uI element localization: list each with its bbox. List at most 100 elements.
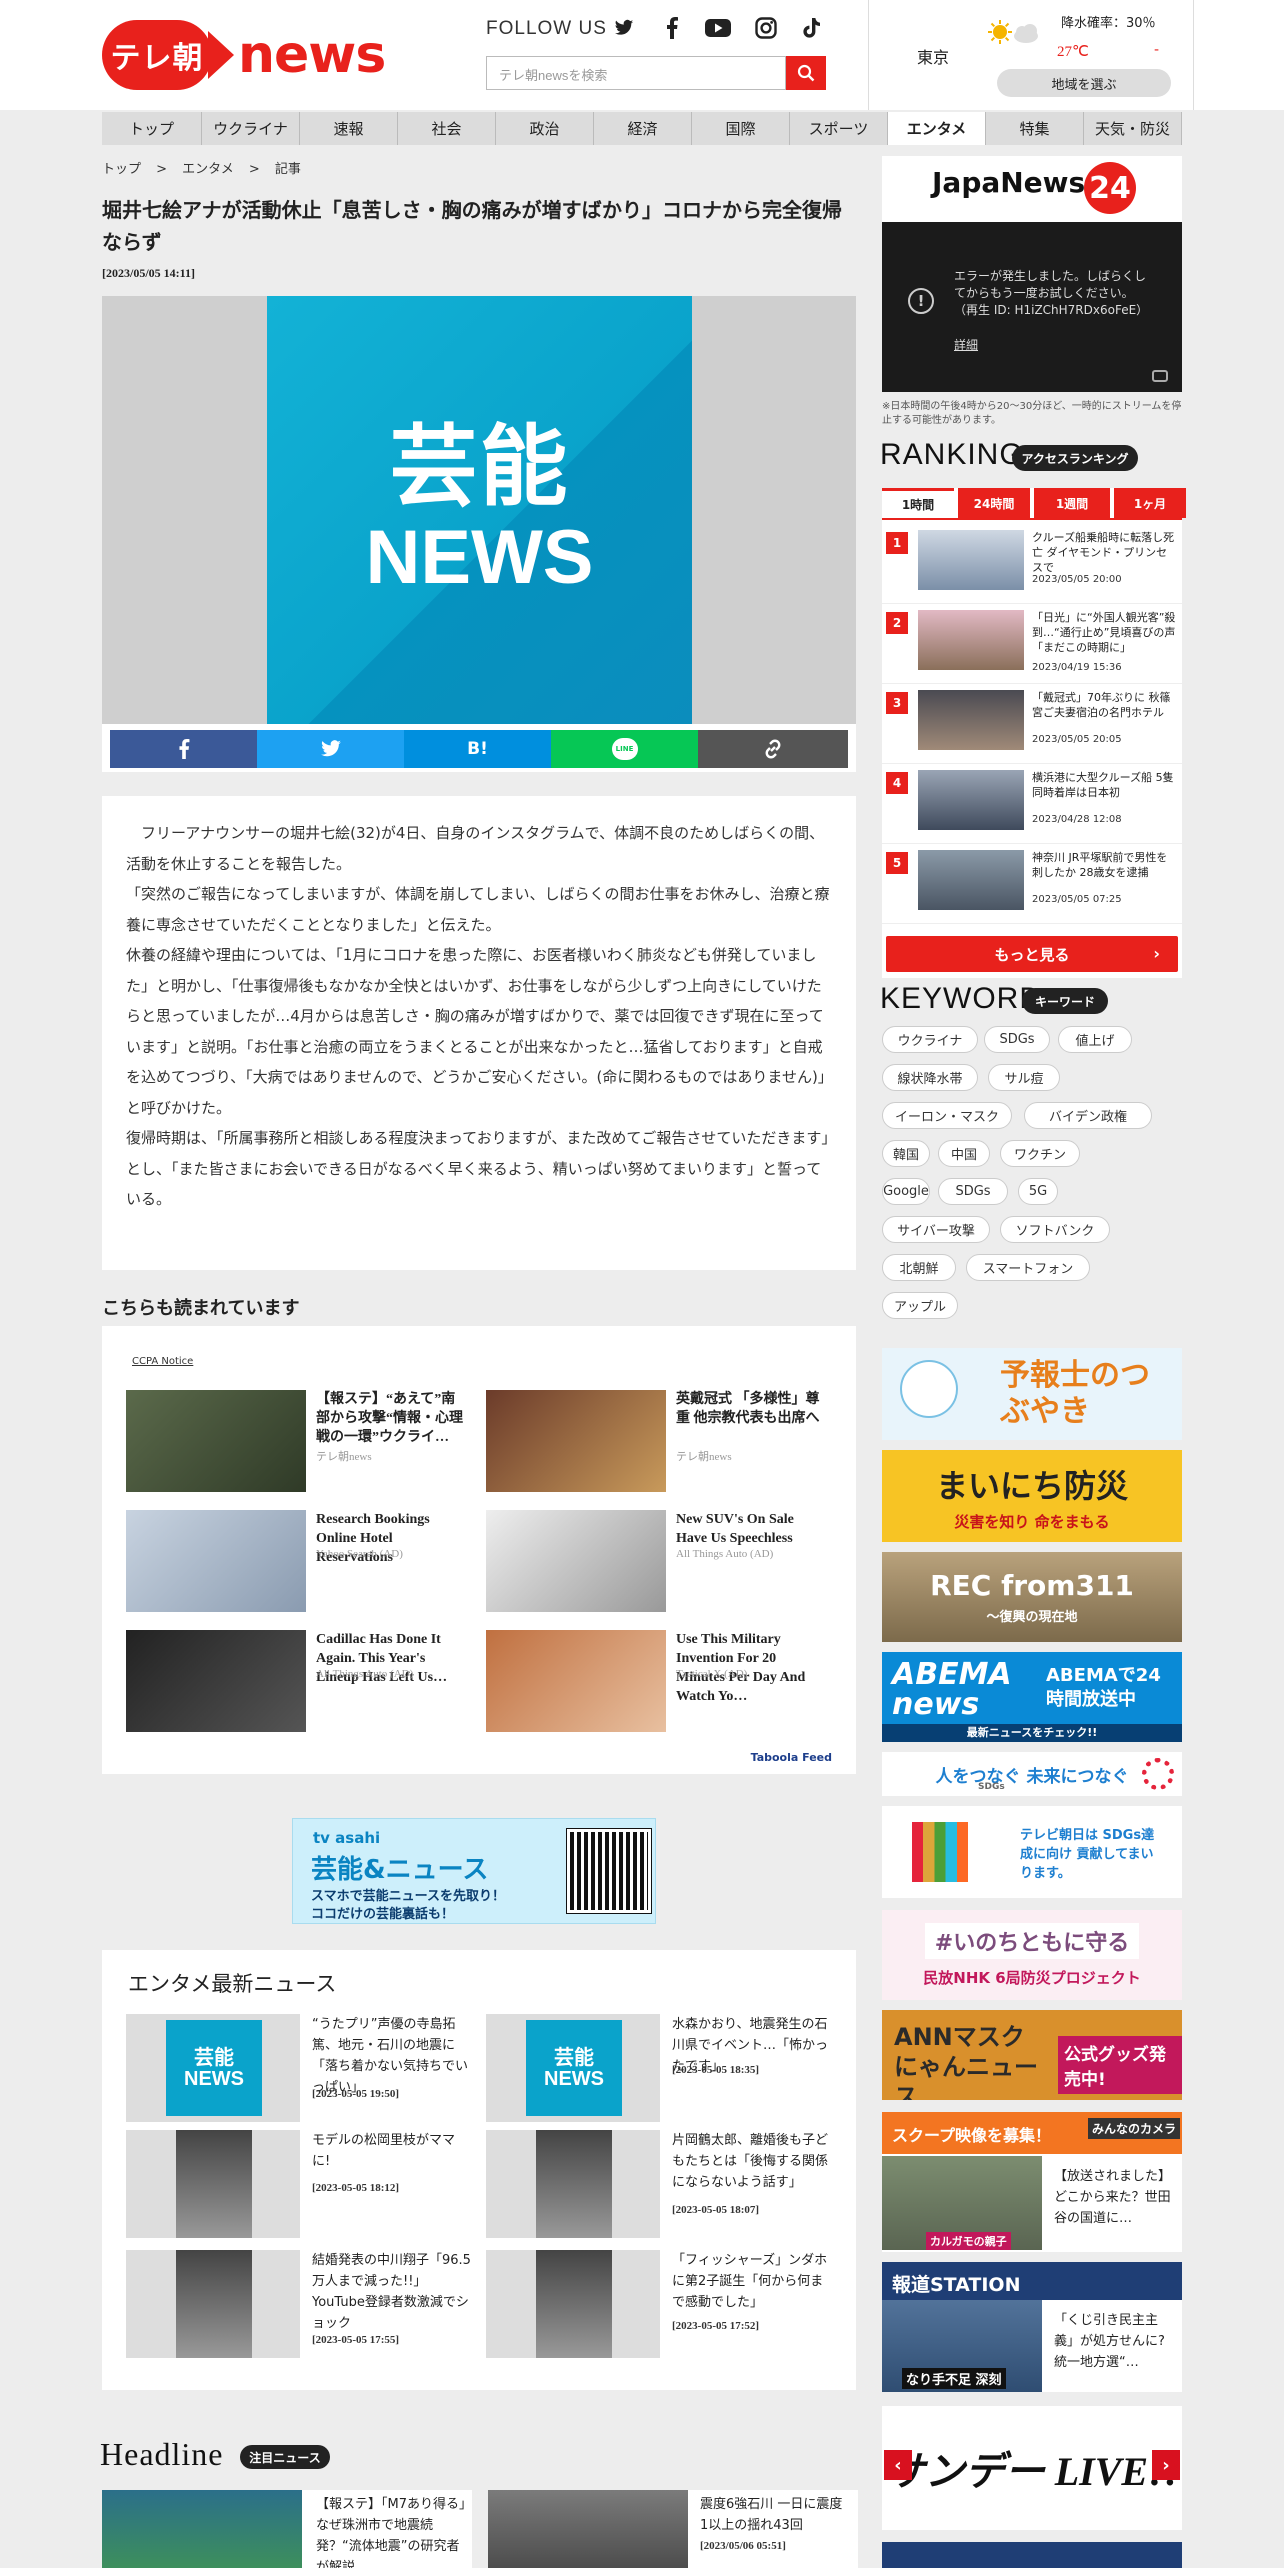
nav-item[interactable]: 社会 — [398, 112, 496, 145]
keyword-tag[interactable]: イーロン・マスク — [882, 1102, 1012, 1129]
enta-news-item[interactable]: 「フィッシャーズ」ンダホに第2子誕生「何から何まで感動でした」 [2023-05… — [486, 2250, 836, 2360]
keyword-tag[interactable]: サイバー攻撃 — [882, 1216, 990, 1243]
follow-label: FOLLOW US — [486, 18, 607, 39]
enta-news-item[interactable]: 芸能 NEWS 水森かおり、地震発生の石川県でイベント…「怖かったです」 [202… — [486, 2014, 836, 2124]
nav-item[interactable]: 政治 — [496, 112, 594, 145]
youtube-icon[interactable] — [704, 16, 732, 40]
keyword-tag[interactable]: SDGs — [938, 1178, 1008, 1205]
recommendation-card[interactable]: Cadillac Has Done It Again. This Year's … — [126, 1630, 466, 1734]
taboola-feed-logo[interactable]: Taboola Feed — [751, 1751, 832, 1764]
keyword-tag[interactable]: ワクチン — [1000, 1140, 1080, 1167]
keyword-tag[interactable]: ソフトバンク — [1000, 1216, 1110, 1243]
share-line-button[interactable]: LINE — [551, 730, 698, 768]
recommendation-title: New SUV's On Sale Have Us Speechless — [676, 1512, 794, 1546]
enta-news-thumbnail — [126, 2250, 300, 2358]
keyword-tag[interactable]: スマートフォン — [966, 1254, 1090, 1281]
share-twitter-button[interactable] — [257, 730, 404, 768]
inochi-banner[interactable]: #いのちともに守る 民放NHK 6局防災プロジェクト — [882, 1910, 1182, 2000]
enta-news-item[interactable]: 結婚発表の中川翔子「96.5万人まで減った!!」YouTube登録者数激減でショ… — [126, 2250, 476, 2360]
nav-item[interactable]: 特集 — [986, 112, 1084, 145]
ranking-item[interactable]: 3 「戴冠式」70年ぶりに 秋篠宮ご夫妻宿泊の名門ホテル 2023/05/05 … — [882, 686, 1182, 764]
headline-card[interactable]: 震度6強石川 一日に震度1以上の揺れ43回 [2023/05/06 05:51] — [488, 2490, 858, 2568]
tiktok-icon[interactable] — [798, 16, 826, 40]
keyword-tag[interactable]: 線状降水帯 — [882, 1064, 978, 1091]
ranking-tab[interactable]: 24時間 — [958, 488, 1030, 518]
nav-item[interactable]: スポーツ — [790, 112, 888, 145]
instagram-icon[interactable] — [752, 16, 780, 40]
ranking-item[interactable]: 2 「日光」に“外国人観光客”殺到…“通行止め”見頃喜びの声「まだこの時期に」 … — [882, 606, 1182, 684]
recommendation-card[interactable]: 【報ステ】“あえて”南部から攻撃“情報・心理戦の一環”ウクライ… テレ朝news — [126, 1390, 466, 1494]
abema-news-banner[interactable]: ABEMA news ABEMAで24時間放送中 最新ニュースをチェック!! — [882, 1652, 1182, 1742]
keyword-tag[interactable]: サル痘 — [988, 1064, 1060, 1091]
headline-card[interactable]: 【報ステ】「M7あり得る」なぜ珠洲市で地震続発？“流体地震”の研究者が解説 — [102, 2490, 472, 2568]
ranking-item[interactable]: 4 横浜港に大型クルーズ船 5隻同時着岸は日本初 2023/04/28 12:0… — [882, 766, 1182, 844]
keyword-tag[interactable]: 北朝鮮 — [882, 1254, 956, 1281]
facebook-icon[interactable] — [658, 16, 686, 40]
keyword-tag[interactable]: 5G — [1018, 1178, 1058, 1205]
video-error-panel[interactable]: ! エラーが発生しました。しばらくしてからもう一度お試しください。（再生 ID:… — [882, 222, 1182, 392]
recommendation-card[interactable]: 英戴冠式 「多様性」尊重 他宗教代表も出席へ テレ朝news — [486, 1390, 826, 1494]
mask-nyan-banner[interactable]: ANNマスクにゃんニュース 公式グッズ発売中! — [882, 2010, 1182, 2100]
keyword-tag[interactable]: SDGs — [984, 1026, 1050, 1053]
keyword-tag[interactable]: Google — [882, 1178, 930, 1205]
ranking-item[interactable]: 1 クルーズ船乗船時に転落し死亡 ダイヤモンド・プリンセスで 2023/05/0… — [882, 526, 1182, 604]
recommendation-card[interactable]: Research Bookings Online Hotel Reservati… — [126, 1510, 466, 1614]
keyword-tag[interactable]: アップル — [882, 1292, 958, 1319]
carousel-next-button[interactable]: › — [1152, 2450, 1180, 2480]
recommendation-card[interactable]: New SUV's On Sale Have Us Speechless All… — [486, 1510, 826, 1614]
rec-from311-banner[interactable]: REC from311 ～復興の現在地 — [882, 1552, 1182, 1642]
copy-link-button[interactable] — [698, 730, 848, 768]
ranking-item[interactable]: 5 神奈川 JR平塚駅前で男性を刺したか 28歳女を逮捕 2023/05/05 … — [882, 846, 1182, 924]
ranking-tab[interactable]: 1週間 — [1034, 488, 1110, 518]
enta-news-date: [2023-05-05 18:07] — [672, 2204, 760, 2216]
line-icon: LINE — [611, 738, 638, 760]
person-photo — [536, 2130, 612, 2238]
ranking-title: 横浜港に大型クルーズ船 5隻同時着岸は日本初 — [1032, 771, 1174, 799]
sunday-live-logo[interactable]: サンデー LIVE!! — [885, 2439, 1180, 2497]
houdou-station-banner[interactable]: 報道STATION なり手不足 深刻 「くじ引き民主主義」が処方せんに? 統一地… — [882, 2262, 1182, 2392]
share-facebook-button[interactable] — [110, 730, 257, 768]
enta-news-item[interactable]: 片岡鶴太郎、離婚後も子どもたちとは「後悔する関係にならないよう話す」 [2023… — [486, 2130, 836, 2240]
enta-news-thumbnail — [486, 2250, 660, 2358]
carousel-prev-button[interactable]: ‹ — [884, 2450, 912, 2480]
x-icon[interactable] — [610, 16, 638, 40]
sidebar-next-banner[interactable] — [882, 2542, 1182, 2568]
breadcrumb-top[interactable]: トップ — [102, 162, 141, 177]
enta-news-item[interactable]: 芸能 NEWS “うたプリ”声優の寺島拓篤、地元・石川の地震に「落ち着かない気持ち… — [126, 2014, 476, 2124]
scoop-banner[interactable]: スクープ映像を募集！ みんなのカメラ カルガモの親子 【放送されました】どこから… — [882, 2112, 1182, 2252]
ranking-date: 2023/04/28 12:08 — [1032, 814, 1122, 825]
recommendation-card[interactable]: Use This Military Invention For 20 Minut… — [486, 1630, 826, 1734]
search-button[interactable] — [786, 56, 826, 90]
sdgs-tvasahi-banner[interactable]: テレビ朝日は SDGs達成に向け 貢献してまいります。 — [882, 1806, 1182, 1898]
share-hatena-button[interactable]: B! — [404, 730, 551, 768]
ranking-tab[interactable]: 1時間 — [882, 488, 954, 518]
nav-item[interactable]: 天気・防災 — [1084, 112, 1182, 145]
nav-item[interactable]: 国際 — [692, 112, 790, 145]
video-error-detail-link[interactable]: 詳細 — [954, 336, 978, 353]
ranking-more-button[interactable]: もっと見る › — [886, 936, 1178, 972]
enta-news-item[interactable]: モデルの松岡里枝がママに! [2023-05-05 18:12] — [126, 2130, 476, 2240]
mainichi-bousai-banner[interactable]: まいにち防災 災害を知り 命をまもる — [882, 1450, 1182, 1542]
search-input[interactable]: テレ朝newsを検索 — [486, 56, 786, 90]
yohoushi-banner[interactable]: 予報士のつぶやき — [882, 1348, 1182, 1440]
nav-item[interactable]: 経済 — [594, 112, 692, 145]
nav-item[interactable]: ウクライナ — [202, 112, 300, 145]
keyword-tag[interactable]: 中国 — [938, 1140, 990, 1167]
geinou-news-app-banner[interactable]: tv asahi 芸能&ニュース スマホで芸能ニュースを先取り！ ココだけの芸能… — [292, 1818, 656, 1924]
nav-item[interactable]: エンタメ — [888, 112, 986, 145]
enta-news-heading: エンタメ最新ニュース — [128, 1972, 337, 1996]
region-select-button[interactable]: 地域を選ぶ — [997, 69, 1171, 97]
japanews24-player: JapaNews 24 ! エラーが発生しました。しばらくしてからもう一度お試し… — [882, 156, 1182, 392]
keyword-tag[interactable]: 韓国 — [882, 1140, 930, 1167]
sdgs-line-banner[interactable]: 人をつなぐ 未来につなぐ SDGs — [882, 1752, 1182, 1796]
keyword-tag[interactable]: 値上げ — [1058, 1026, 1132, 1053]
ranking-tab[interactable]: 1ヶ月 — [1114, 488, 1186, 518]
site-logo[interactable]: テレ朝 news — [102, 20, 386, 90]
youtube-icon[interactable] — [1152, 370, 1168, 382]
breadcrumb-enta[interactable]: エンタメ — [182, 162, 234, 177]
ccpa-notice-link[interactable]: CCPA Notice — [132, 1356, 193, 1367]
keyword-tag[interactable]: ウクライナ — [882, 1026, 978, 1053]
nav-item[interactable]: トップ — [102, 112, 202, 145]
keyword-tag[interactable]: バイデン政権 — [1024, 1102, 1152, 1129]
nav-item[interactable]: 速報 — [300, 112, 398, 145]
